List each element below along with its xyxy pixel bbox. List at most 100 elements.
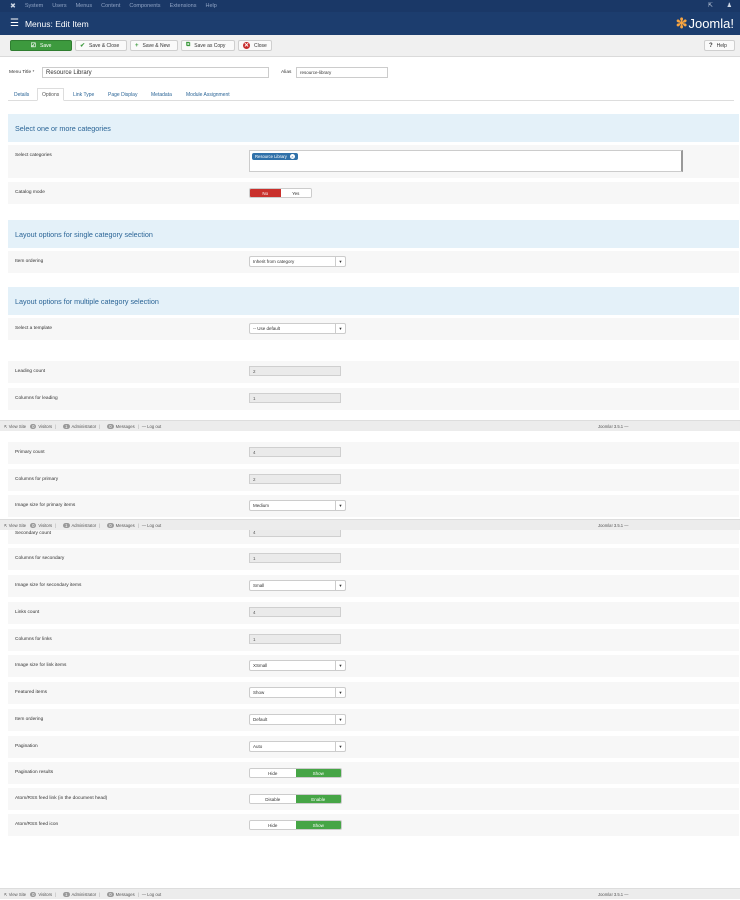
toolbar: ☑ Save ✔ Save & Close + Save & New ⧉ Save as…	[0, 35, 740, 57]
tab-bar: Details Options Link Type Page Display M…	[8, 86, 734, 101]
columns-primary-input[interactable]: 2	[249, 474, 341, 484]
item-ordering-select[interactable]: Default ▼	[249, 714, 346, 725]
nav-users[interactable]: Users	[52, 3, 66, 9]
columns-leading-input[interactable]: 1	[249, 393, 341, 403]
user-icon[interactable]: ♟	[727, 3, 732, 9]
image-size-secondary-select[interactable]: Small ▼	[249, 580, 346, 591]
tab-page-display[interactable]: Page Display	[104, 88, 141, 101]
links-count-input[interactable]: 4	[249, 607, 341, 617]
joomla-logo: ✻ Joomla!	[676, 15, 734, 32]
page-header: ☰ Menus: Edit Item ✻ Joomla!	[0, 12, 740, 35]
status-bar: ⇱ View Site 0 Visitors | 1 Administrator |…	[0, 420, 740, 431]
image-size-primary-select[interactable]: Medium ▼	[249, 500, 346, 511]
row-image-size-secondary: Image size for secondary items Small ▼	[8, 575, 739, 597]
nav-components[interactable]: Components	[129, 3, 160, 9]
caret-down-icon: ▼	[335, 324, 345, 333]
row-item-ordering: Item ordering Default ▼	[8, 709, 739, 731]
admins-count-badge: 1	[63, 423, 70, 429]
question-icon: ?	[709, 42, 713, 49]
item-ordering-single-label: Item ordering	[15, 259, 44, 264]
row-leading-count: Leading count 2	[8, 361, 739, 383]
row-columns-links: Columns for links 1	[8, 629, 739, 651]
categories-multiselect[interactable]: Resource Library ×	[249, 150, 683, 172]
image-size-links-label: Image size for link items	[15, 663, 67, 668]
catalog-mode-toggle[interactable]: No Yes	[249, 188, 312, 198]
section-single-category: Layout options for single category selec…	[8, 220, 739, 248]
primary-count-input[interactable]: 4	[249, 447, 341, 457]
catalog-yes-option[interactable]: Yes	[280, 189, 311, 197]
messages-link[interactable]: Messages	[116, 523, 135, 528]
save-copy-button[interactable]: ⧉ Save as Copy	[181, 40, 235, 51]
messages-link[interactable]: Messages	[116, 892, 135, 897]
tab-link-type[interactable]: Link Type	[69, 88, 98, 101]
messages-count-badge: 0	[107, 891, 114, 897]
close-button[interactable]: ✕ Close	[238, 40, 272, 51]
columns-links-input[interactable]: 1	[249, 634, 341, 644]
plus-icon: +	[135, 42, 139, 49]
featured-items-select[interactable]: Show ▼	[249, 687, 346, 698]
save-close-button[interactable]: ✔ Save & Close	[75, 40, 127, 51]
tab-details[interactable]: Details	[10, 88, 33, 101]
alias-input[interactable]: resource-library	[296, 67, 388, 78]
row-image-size-links: Image size for link items XSmall ▼	[8, 655, 739, 677]
visitors-label: Visitors	[38, 891, 53, 897]
nav-menus[interactable]: Menus	[76, 3, 93, 9]
leading-count-input[interactable]: 2	[249, 366, 341, 376]
messages-link[interactable]: Messages	[116, 424, 135, 429]
catalog-no-option[interactable]: No	[250, 189, 281, 197]
caret-down-icon: ▼	[335, 257, 345, 266]
view-site-link[interactable]: ⇱ View Site	[4, 424, 26, 429]
tab-metadata[interactable]: Metadata	[147, 88, 176, 101]
nav-help[interactable]: Help	[205, 3, 216, 9]
feed-icon-show[interactable]: Show	[295, 821, 341, 829]
nav-system[interactable]: System	[25, 3, 43, 9]
save-button[interactable]: ☑ Save	[10, 40, 72, 51]
logout-link[interactable]: — Log out	[142, 892, 161, 897]
nav-extensions[interactable]: Extensions	[170, 3, 197, 9]
version-text: Joomla! 3.5.1 —	[598, 522, 629, 528]
feed-icon-hide[interactable]: Hide	[250, 821, 296, 829]
remove-tag-icon[interactable]: ×	[289, 154, 295, 159]
featured-items-label: Featured items	[15, 690, 47, 695]
feed-link-disable[interactable]: Disable	[250, 795, 296, 803]
tab-module-assignment[interactable]: Module Assignment	[182, 88, 234, 101]
pagination-results-toggle[interactable]: Hide Show	[249, 768, 342, 778]
visitors-count-badge: 0	[30, 891, 37, 897]
view-site-link[interactable]: ⇱ View Site	[4, 523, 26, 528]
category-tag[interactable]: Resource Library ×	[252, 153, 298, 160]
status-bar: ⇱ View Site 0 Visitors | 1 Administrator |…	[0, 888, 740, 899]
help-button[interactable]: ? Help	[704, 40, 735, 51]
top-navbar: ✖ System Users Menus Content Components …	[0, 0, 740, 12]
feed-link-toggle[interactable]: Disable Enable	[249, 794, 342, 804]
image-size-links-select[interactable]: XSmall ▼	[249, 660, 346, 671]
logout-link[interactable]: — Log out	[142, 523, 161, 528]
close-icon: ✕	[243, 42, 250, 49]
admins-count-badge: 1	[63, 891, 70, 897]
view-site-link[interactable]: ⇱ View Site	[4, 892, 26, 897]
tab-options[interactable]: Options	[37, 88, 65, 101]
item-ordering-single-select[interactable]: Inherit from category ▼	[249, 256, 346, 267]
row-select-template: Select a template -- Use default ▼	[8, 318, 739, 340]
joomla-icon[interactable]: ✖	[10, 2, 16, 10]
columns-secondary-input[interactable]: 1	[249, 553, 341, 563]
feed-icon-toggle[interactable]: Hide Show	[249, 820, 342, 830]
feed-link-enable[interactable]: Enable	[295, 795, 341, 803]
save-new-button[interactable]: + Save & New	[130, 40, 178, 51]
check-icon: ☑	[30, 43, 36, 49]
pagination-select[interactable]: Auto ▼	[249, 741, 346, 752]
pagination-results-show[interactable]: Show	[295, 769, 341, 777]
pagination-results-hide[interactable]: Hide	[250, 769, 296, 777]
admins-count-badge: 1	[63, 522, 70, 528]
menu-title-input[interactable]: Resource Library	[42, 67, 269, 78]
caret-down-icon: ▼	[335, 688, 345, 697]
nav-content[interactable]: Content	[101, 3, 120, 9]
menu-title-label: Menu Title *	[9, 70, 35, 75]
caret-down-icon: ▼	[335, 661, 345, 670]
template-select[interactable]: -- Use default ▼	[249, 323, 346, 334]
row-feed-link: Atom/RSS feed link (in the document head…	[8, 788, 739, 810]
visitors-count-badge: 0	[30, 522, 37, 528]
list-icon: ☰	[10, 18, 19, 29]
item-ordering-label: Item ordering	[15, 717, 44, 722]
logout-link[interactable]: — Log out	[142, 424, 161, 429]
external-link-icon[interactable]: ⇱	[708, 3, 713, 9]
